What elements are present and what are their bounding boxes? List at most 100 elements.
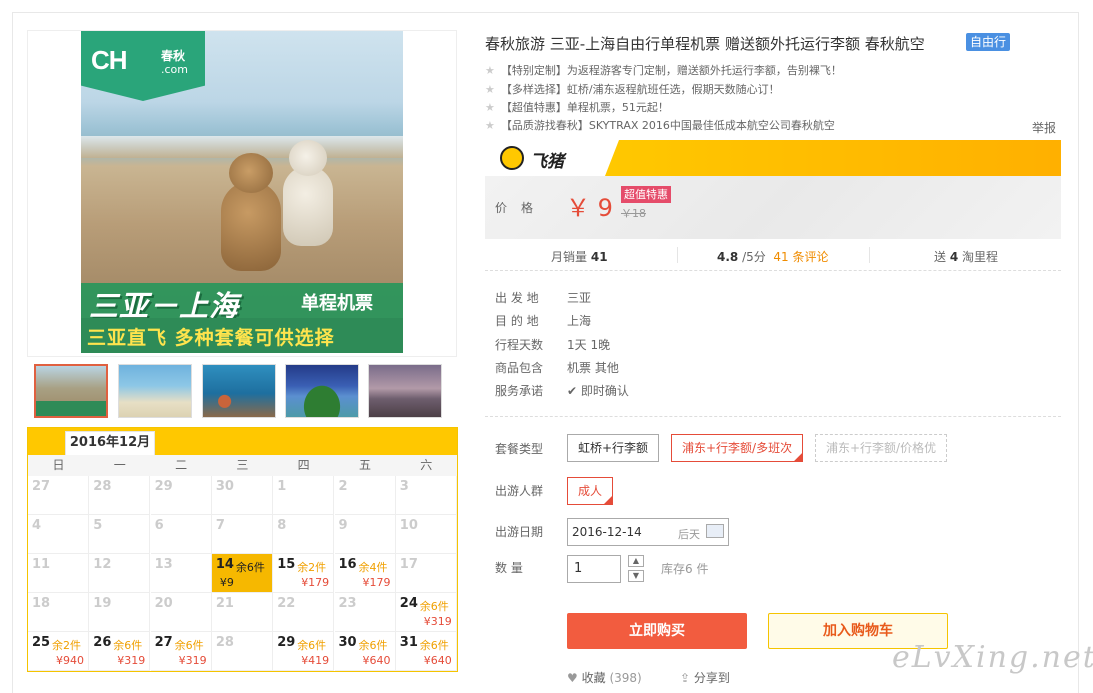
day-price: ¥640	[423, 654, 452, 667]
calendar-icon[interactable]	[706, 524, 724, 538]
image-banner-sub: 三亚直飞 多种套餐可供选择	[81, 318, 403, 353]
share-link[interactable]: ⇪ 分享到	[680, 669, 730, 686]
free-travel-tag: 自由行	[966, 33, 1011, 51]
calendar-weekday-row: 日一二三四五六	[28, 455, 457, 476]
date-label: 出游日期	[495, 525, 544, 539]
check-icon: ✔	[567, 384, 578, 398]
day-price: ¥319	[178, 654, 207, 667]
day-number: 5	[93, 518, 103, 533]
people-option-adult[interactable]: 成人	[567, 477, 614, 505]
calendar-day[interactable]: 27 余6件 ¥319	[150, 632, 212, 671]
platform-bar-stripe	[605, 140, 1061, 176]
package-option-hongqiao[interactable]: 虹桥+行李额	[567, 434, 660, 462]
calendar-day: 7	[211, 515, 273, 554]
calendar-day: 5	[89, 515, 151, 554]
day-number: 9	[338, 518, 348, 533]
thumbnail-3[interactable]	[202, 364, 276, 418]
feature-text: 【特别定制】为返程游客专门定制，赠送额外托运行李额，告别裸飞！	[500, 64, 842, 77]
day-number: 13	[154, 557, 173, 572]
thumbnail-1[interactable]	[34, 364, 108, 418]
info-promise: 服务承诺 ✔ 即时确认	[495, 384, 629, 398]
calendar-day: 22	[273, 593, 335, 632]
day-number: 7	[215, 518, 225, 533]
weekday-label: 三	[236, 458, 249, 472]
day-number: 29	[277, 635, 296, 650]
calendar-day[interactable]: 16 余4件 ¥179	[334, 554, 396, 593]
day-price: ¥940	[56, 654, 84, 667]
day-number: 4	[32, 518, 42, 533]
package-label: 套餐类型	[495, 442, 544, 456]
qty-down-icon[interactable]: ▼	[628, 570, 644, 582]
calendar-day[interactable]: 15 余2件 ¥179	[273, 554, 335, 593]
day-number: 29	[154, 479, 173, 494]
platform-bar	[485, 140, 1061, 176]
thumbnail-4[interactable]	[285, 364, 359, 418]
thumbnail-2[interactable]	[118, 364, 192, 418]
current-price: ￥ 9	[566, 194, 613, 222]
day-number: 31	[399, 635, 418, 650]
day-number: 2	[338, 479, 348, 494]
star-icon: ★	[485, 119, 495, 132]
calendar-day[interactable]: 30 余6件 ¥640	[334, 632, 396, 671]
day-number: 26	[93, 635, 112, 650]
image-banner-route: 三亚－上海 单程机票	[81, 283, 403, 323]
fliggy-icon	[500, 146, 524, 170]
day-number: 30	[215, 479, 234, 494]
day-number: 11	[32, 557, 51, 572]
star-icon: ★	[485, 64, 495, 77]
day-number: 21	[215, 596, 234, 611]
calendar-day[interactable]: 26 余6件 ¥319	[89, 632, 151, 671]
logo-com: .com	[161, 63, 188, 76]
original-price: ￥18	[621, 207, 646, 220]
calendar-day[interactable]: 24 余6件 ¥319	[395, 593, 457, 632]
feature-text: 【品质游找春秋】SKYTRAX 2016中国最佳低成本航空公司春秋航空	[500, 119, 835, 132]
calendar-header: 2016年12月	[28, 428, 457, 455]
platform-name: 飞猪	[530, 152, 564, 172]
day-number: 17	[399, 557, 418, 572]
quantity-input[interactable]: 1	[567, 555, 621, 583]
calendar-day[interactable]: 29 余6件 ¥419	[273, 632, 335, 671]
day-stock: 余6件	[235, 561, 265, 574]
calendar-day: 4	[28, 515, 89, 554]
calendar-day: 12	[89, 554, 151, 593]
info-destination: 目 的 地上海	[495, 314, 592, 328]
weekday-label: 二	[175, 458, 188, 472]
weekday-label: 五	[358, 458, 371, 472]
weekday-label: 日	[52, 458, 65, 472]
thumbnail-5[interactable]	[368, 364, 442, 418]
weekday-label: 六	[420, 458, 433, 472]
report-link[interactable]: 举报	[1032, 119, 1056, 136]
rating[interactable]: 4.8 /5分 41 条评论	[717, 248, 829, 265]
calendar-day[interactable]: 14 余6件 ¥9	[211, 554, 273, 593]
day-price: ¥640	[362, 654, 391, 667]
travel-date-input[interactable]: 2016-12-14	[567, 518, 729, 546]
calendar-day[interactable]: 31 余6件 ¥640	[395, 632, 457, 671]
day-number: 14	[215, 557, 234, 572]
day-number: 12	[93, 557, 112, 572]
calendar-month: 2016年12月	[65, 431, 155, 455]
mileage: 送 4 淘里程	[934, 250, 999, 264]
logo-text: CH	[91, 45, 128, 75]
people-label: 出游人群	[495, 484, 544, 498]
package-option-pudong-multi[interactable]: 浦东+行李额/多班次	[671, 434, 804, 462]
qty-up-icon[interactable]: ▲	[628, 555, 644, 567]
favorite-link[interactable]: ♥ 收藏 (398)	[567, 669, 642, 686]
qty-label: 数 量	[495, 561, 523, 575]
star-icon: ★	[485, 83, 495, 96]
info-departure: 出 发 地三亚	[495, 291, 592, 305]
day-number: 30	[338, 635, 357, 650]
day-number: 18	[32, 596, 51, 611]
day-number: 27	[32, 479, 51, 494]
calendar-day: 10	[395, 515, 457, 554]
day-number: 28	[93, 479, 112, 494]
day-number: 8	[277, 518, 287, 533]
feature-item: ★ 【特别定制】为返程游客专门定制，赠送额外托运行李额，告别裸飞！	[485, 62, 842, 78]
calendar-day[interactable]: 25 余2件 ¥940	[28, 632, 89, 671]
calendar-day: 18	[28, 593, 89, 632]
day-stock: 余6件	[358, 639, 388, 652]
price-calendar: 2016年12月 日一二三四五六 27 28 29 30 1 2 3 4 5 6 7 8 9 10 11 12…	[27, 427, 458, 672]
share-icon: ⇪	[680, 671, 691, 685]
buy-now-button[interactable]: 立即购买	[567, 613, 747, 649]
star-icon: ★	[485, 101, 495, 114]
feature-text: 【多样选择】虹桥/浦东返程航班任选，假期天数随心订！	[500, 83, 780, 96]
